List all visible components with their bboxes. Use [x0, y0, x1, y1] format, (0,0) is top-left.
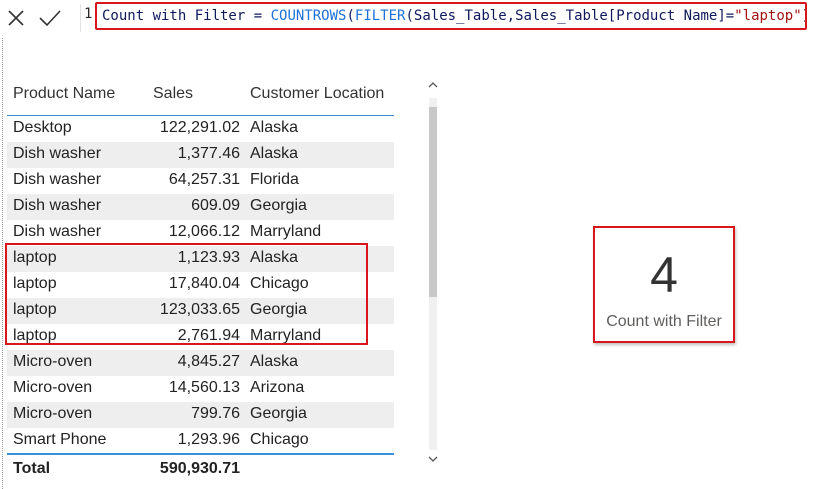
close-icon[interactable]: [2, 4, 30, 32]
string-literal: "laptop": [734, 8, 802, 24]
laptop-rows-highlight: [5, 243, 368, 345]
chevron-down-icon[interactable]: [427, 454, 439, 468]
product-cell: Dish washer: [13, 145, 102, 162]
product-cell: Smart Phone: [13, 431, 107, 448]
function-countrows: COUNTROWS: [270, 8, 347, 24]
column-header-location[interactable]: Customer Location: [250, 85, 384, 103]
product-cell: Micro-oven: [13, 405, 93, 422]
card-value: 4: [650, 247, 678, 303]
measure-name: Count with Filter: [102, 8, 246, 24]
scroll-thumb[interactable]: [429, 107, 437, 297]
total-row: Total 590,930.71: [7, 453, 394, 486]
sales-cell: 1,293.96: [177, 431, 240, 448]
location-cell: Alaska: [250, 353, 299, 370]
sales-cell: 4,845.27: [177, 353, 240, 370]
column-header-sales[interactable]: Sales: [153, 85, 193, 103]
product-cell: Micro-oven: [13, 353, 93, 370]
line-number: 1: [84, 6, 93, 22]
total-sales: 590,930.71: [159, 460, 240, 477]
total-label: Total: [13, 460, 51, 477]
location-cell: Marryland: [250, 223, 322, 240]
location-cell: Florida: [250, 171, 299, 188]
table-row[interactable]: Dish washer 64,257.31 Florida: [7, 168, 394, 194]
column-reference: Sales_Table[Product Name]: [515, 8, 726, 24]
assign-operator: =: [245, 8, 271, 24]
location-cell: Arizona: [250, 379, 305, 396]
product-cell: Micro-oven: [13, 379, 93, 396]
paren-open: (: [405, 8, 414, 24]
location-cell: Alaska: [250, 119, 299, 136]
table-row[interactable]: Micro-oven 14,560.13 Arizona: [7, 376, 394, 402]
product-cell: Dish washer: [13, 197, 102, 214]
card-visual[interactable]: 4 Count with Filter: [593, 226, 735, 343]
table-row[interactable]: Micro-oven 799.76 Georgia: [7, 402, 394, 428]
chevron-up-icon[interactable]: [427, 80, 439, 94]
sales-cell: 122,291.02: [159, 119, 240, 136]
table-row[interactable]: Dish washer 1,377.46 Alaska: [7, 142, 394, 168]
table-reference: Sales_Table: [413, 8, 507, 24]
sales-cell: 64,257.31: [168, 171, 240, 188]
vertical-scrollbar[interactable]: [427, 80, 439, 470]
function-filter: FILTER: [354, 8, 406, 24]
location-cell: Chicago: [250, 431, 309, 448]
paren-open: (: [346, 8, 355, 24]
table-row[interactable]: Desktop 122,291.02 Alaska: [7, 116, 394, 142]
check-icon[interactable]: [36, 4, 64, 32]
product-cell: Dish washer: [13, 171, 102, 188]
column-header-product[interactable]: Product Name: [13, 85, 115, 103]
formula-input[interactable]: Count with Filter = COUNTROWS(FILTER(Sal…: [95, 2, 807, 30]
formula-divider: [80, 4, 81, 32]
location-cell: Alaska: [250, 145, 299, 162]
product-cell: Dish washer: [13, 223, 102, 240]
sales-cell: 1,377.46: [177, 145, 240, 162]
sales-cell: 609.09: [191, 197, 240, 214]
equals-operator: =: [725, 8, 735, 24]
sales-cell: 799.76: [191, 405, 240, 422]
table-row[interactable]: Dish washer 609.09 Georgia: [7, 194, 394, 220]
scroll-track[interactable]: [429, 98, 437, 450]
canvas-guide-line: [2, 38, 3, 489]
product-cell: Desktop: [13, 119, 72, 136]
table-header: Product Name Sales Customer Location: [7, 78, 394, 116]
table-row[interactable]: Smart Phone 1,293.96 Chicago: [7, 428, 394, 454]
location-cell: Georgia: [250, 197, 307, 214]
sales-cell: 12,066.12: [168, 223, 240, 240]
card-label: Count with Filter: [606, 313, 722, 330]
formula-bar: 1 Count with Filter = COUNTROWS(FILTER(S…: [0, 0, 813, 36]
table-row[interactable]: Micro-oven 4,845.27 Alaska: [7, 350, 394, 376]
paren-close: )): [802, 8, 805, 24]
location-cell: Georgia: [250, 405, 307, 422]
sales-cell: 14,560.13: [168, 379, 240, 396]
comma: ,: [506, 8, 516, 24]
